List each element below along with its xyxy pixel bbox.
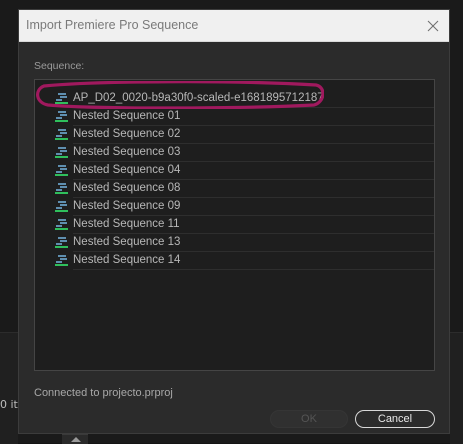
- sequence-row[interactable]: Nested Sequence 08: [35, 180, 434, 198]
- sequence-icon: [55, 255, 68, 266]
- import-sequence-dialog: Import Premiere Pro Sequence Sequence: A…: [18, 9, 450, 434]
- background-panel-left: [0, 332, 18, 444]
- sequence-icon: [55, 111, 68, 122]
- background-panel-right: [450, 332, 463, 444]
- sequence-icon: [55, 219, 68, 230]
- ok-button[interactable]: OK: [270, 410, 348, 428]
- sequence-row[interactable]: Nested Sequence 11: [35, 216, 434, 234]
- sequence-list[interactable]: AP_D02_0020-b9a30f0-scaled-e168189571218…: [34, 79, 435, 371]
- close-button[interactable]: [423, 16, 443, 36]
- sequence-row[interactable]: Nested Sequence 09: [35, 198, 434, 216]
- sequence-label: Sequence:: [34, 60, 85, 72]
- sequence-icon: [55, 183, 68, 194]
- close-icon: [427, 20, 439, 32]
- dialog-title: Import Premiere Pro Sequence: [26, 18, 199, 32]
- sequence-row[interactable]: Nested Sequence 14: [35, 252, 434, 270]
- sequence-row-label: Nested Sequence 01: [73, 110, 181, 122]
- sequence-row[interactable]: Nested Sequence 13: [35, 234, 434, 252]
- sequence-row-label: Nested Sequence 11: [73, 218, 180, 230]
- sequence-icon: [55, 237, 68, 248]
- sequence-icon: [55, 93, 68, 104]
- sequence-icon: [55, 129, 68, 140]
- sequence-icon: [55, 201, 68, 212]
- sequence-row-label: Nested Sequence 13: [73, 236, 181, 248]
- sequence-icon: [55, 165, 68, 176]
- sequence-row-label: Nested Sequence 14: [73, 254, 181, 266]
- sequence-row-label: Nested Sequence 08: [73, 182, 181, 194]
- sequence-row-label: Nested Sequence 09: [73, 200, 181, 212]
- background-item-count: 0 ite: [0, 398, 18, 411]
- sequence-row-label: Nested Sequence 04: [73, 164, 181, 176]
- sequence-row[interactable]: Nested Sequence 03: [35, 144, 434, 162]
- dialog-titlebar: Import Premiere Pro Sequence: [19, 10, 449, 42]
- sequence-row-label: AP_D02_0020-b9a30f0-scaled-e168189571218…: [73, 92, 324, 104]
- sequence-row[interactable]: Nested Sequence 02: [35, 126, 434, 144]
- sequence-row-label: Nested Sequence 02: [73, 128, 181, 140]
- sequence-row[interactable]: Nested Sequence 01: [35, 108, 434, 126]
- connection-status: Connected to projecto.prproj: [34, 387, 173, 399]
- sequence-row[interactable]: Nested Sequence 04: [35, 162, 434, 180]
- row-divider: [73, 269, 434, 270]
- sequence-icon: [55, 147, 68, 158]
- sequence-row[interactable]: AP_D02_0020-b9a30f0-scaled-e168189571218…: [35, 90, 434, 108]
- cancel-button[interactable]: Cancel: [355, 410, 435, 428]
- sequence-row-label: Nested Sequence 03: [73, 146, 181, 158]
